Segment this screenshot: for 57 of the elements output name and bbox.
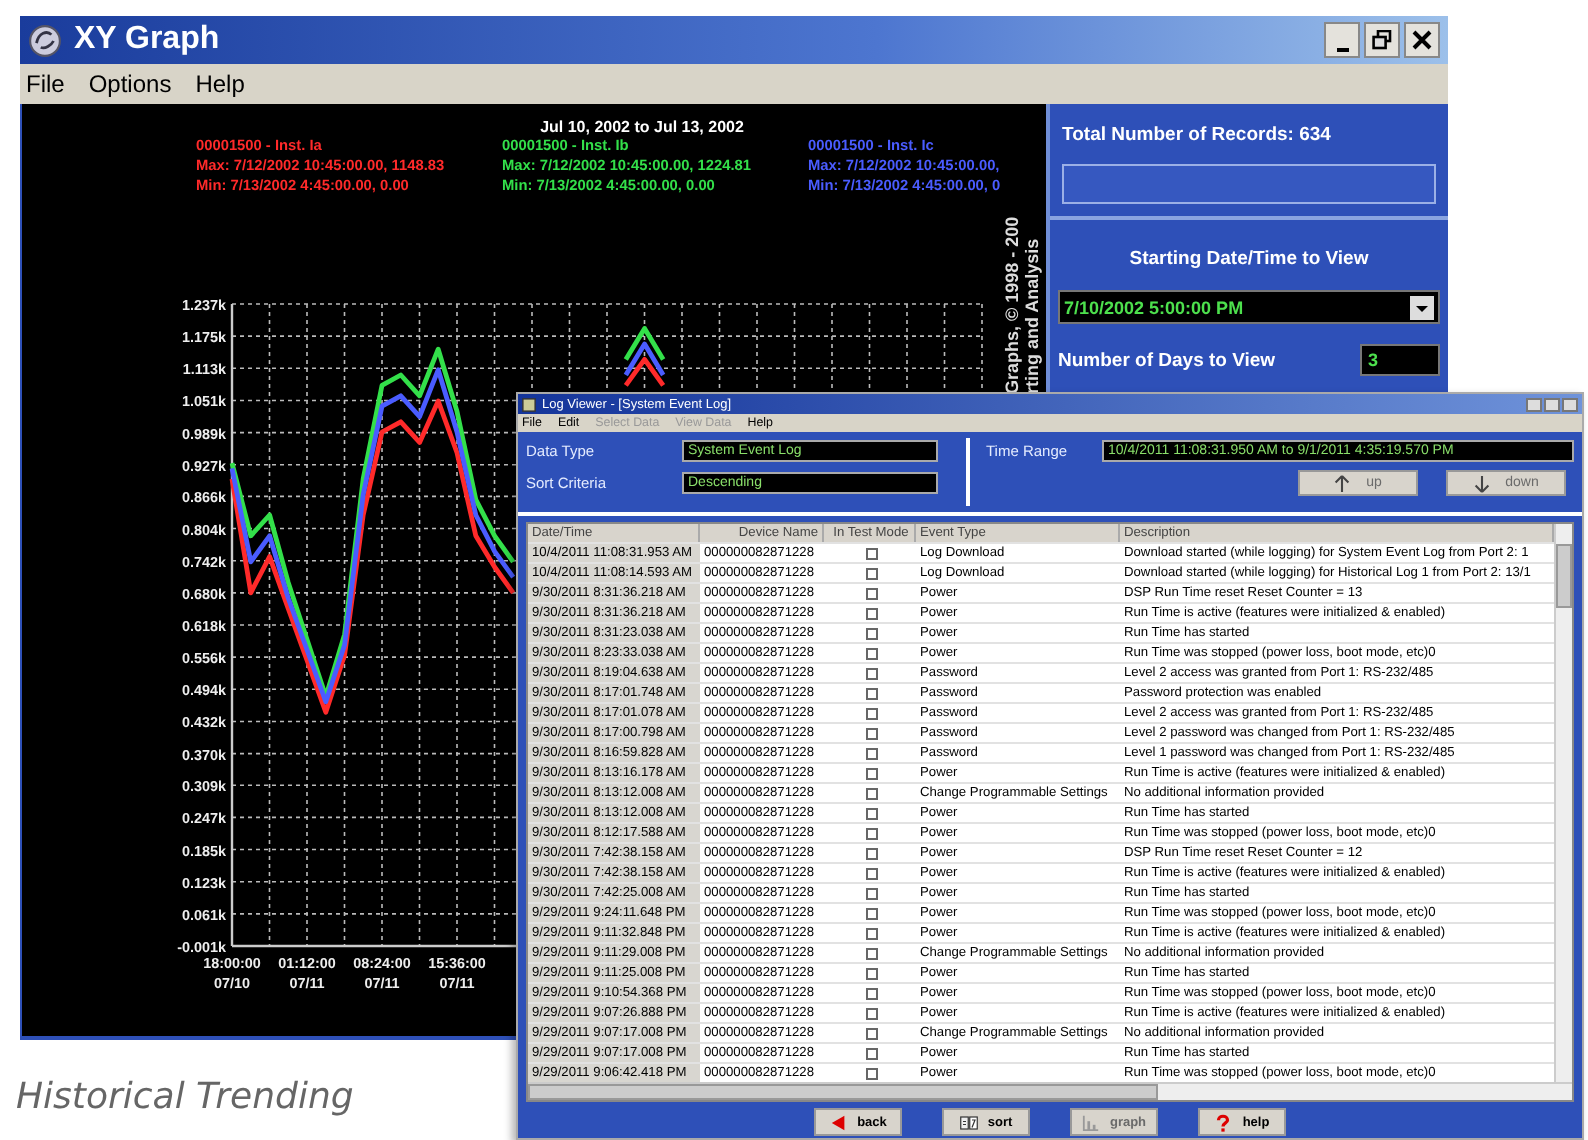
down-arrow-icon — [1473, 473, 1490, 493]
checkbox[interactable] — [866, 927, 878, 939]
checkbox[interactable] — [866, 807, 878, 819]
checkbox[interactable] — [866, 827, 878, 839]
checkbox[interactable] — [866, 767, 878, 779]
minimize-button[interactable] — [1324, 22, 1360, 58]
checkbox[interactable] — [866, 747, 878, 759]
window-title: XY Graph — [74, 22, 220, 58]
chart-title: Jul 10, 2002 to Jul 13, 2002 — [540, 118, 744, 136]
checkbox[interactable] — [866, 1047, 878, 1059]
checkbox[interactable] — [866, 947, 878, 959]
caret-icon — [1410, 295, 1434, 319]
checkbox[interactable] — [866, 707, 878, 719]
app-icon — [522, 397, 536, 411]
close-button[interactable] — [1404, 22, 1440, 58]
restore-icon — [1372, 30, 1392, 50]
menu-item[interactable]: File — [26, 70, 65, 98]
checkbox[interactable] — [866, 547, 878, 559]
start-date-label: Starting Date/Time to View — [1127, 248, 1371, 270]
checkbox[interactable] — [866, 647, 878, 659]
round-logo-icon — [28, 23, 62, 57]
checkbox[interactable] — [866, 987, 878, 999]
restore-button[interactable] — [1364, 22, 1400, 58]
credit-text: rting and Analysis — [1022, 238, 1042, 394]
checkbox[interactable] — [866, 967, 878, 979]
checkbox[interactable] — [866, 607, 878, 619]
menu-item[interactable]: Help — [195, 70, 245, 98]
left-arrow-icon — [829, 1113, 848, 1131]
checkbox[interactable] — [866, 627, 878, 639]
checkbox[interactable] — [866, 727, 878, 739]
checkbox[interactable] — [866, 847, 878, 859]
checkbox[interactable] — [866, 667, 878, 679]
credit-text: Graphs, © 1998 - 200 — [1002, 216, 1022, 394]
days-label: Number of Days to View — [1058, 349, 1276, 371]
checkbox[interactable] — [866, 567, 878, 579]
checkbox[interactable] — [866, 1007, 878, 1019]
days-field[interactable]: 3 — [1360, 344, 1440, 376]
vertical-scrollbar[interactable] — [1554, 524, 1572, 1084]
caption: Historical Trending — [16, 1076, 354, 1118]
records-label: Total Number of Records: 634 — [1062, 124, 1333, 146]
sort-icon — [959, 1113, 978, 1131]
minimize-icon — [1335, 47, 1349, 51]
up-arrow-icon — [1334, 473, 1351, 493]
bar-chart-icon — [1081, 1113, 1100, 1131]
checkbox[interactable] — [866, 907, 878, 919]
checkbox[interactable] — [866, 1027, 878, 1039]
checkbox[interactable] — [866, 887, 878, 899]
checkbox[interactable] — [866, 587, 878, 599]
checkbox[interactable] — [866, 787, 878, 799]
start-date-dropdown[interactable]: 7/10/2002 5:00:00 PM — [1058, 290, 1440, 324]
close-icon — [1412, 30, 1432, 50]
checkbox[interactable] — [866, 867, 878, 879]
menu-item[interactable]: Options — [88, 70, 172, 98]
horizontal-scrollbar[interactable] — [528, 1082, 1572, 1100]
checkbox[interactable] — [866, 687, 878, 699]
question-mark-icon — [1214, 1113, 1233, 1131]
checkbox[interactable] — [866, 1067, 878, 1079]
